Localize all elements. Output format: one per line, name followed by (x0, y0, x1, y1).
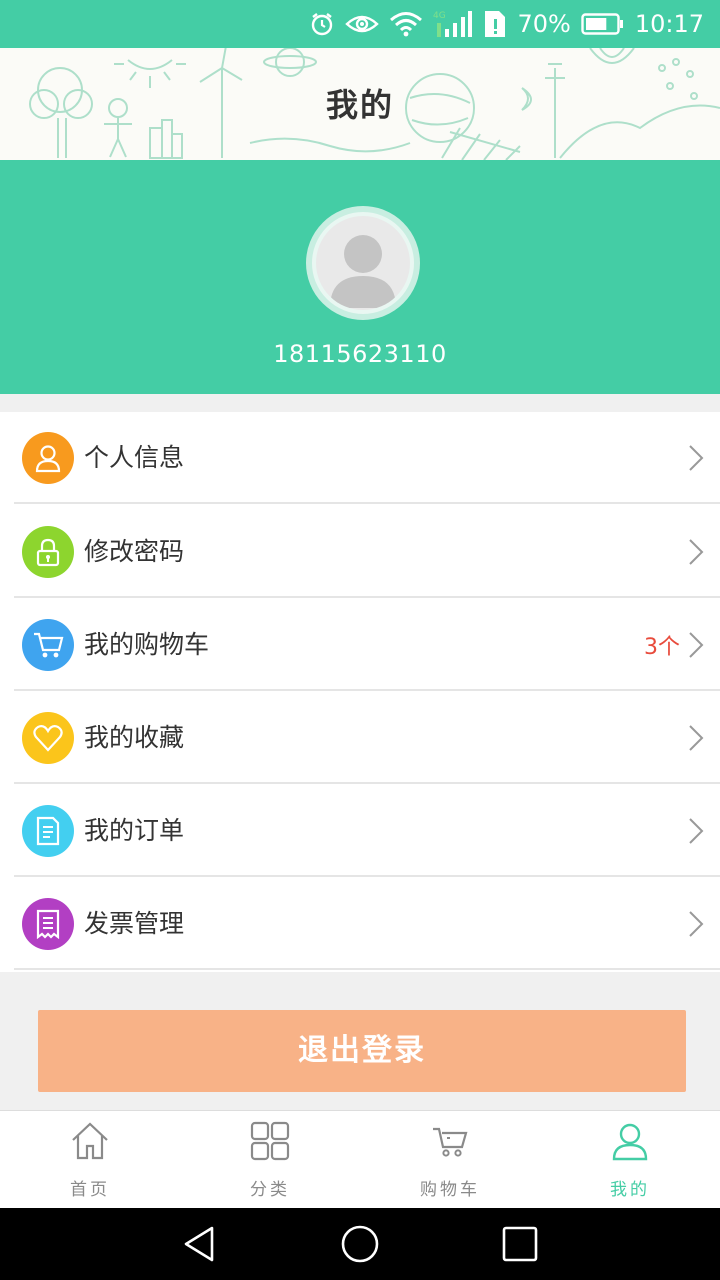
avatar[interactable] (306, 206, 420, 320)
wifi-icon (389, 11, 423, 37)
lock-icon (22, 526, 74, 578)
user-icon (612, 1123, 648, 1161)
menu-item-invoice-management[interactable]: 发票管理 (0, 878, 720, 970)
home-nav-icon[interactable] (340, 1224, 380, 1264)
profile-section: 18115623110 (0, 160, 720, 394)
sim-alert-icon (483, 9, 507, 39)
svg-text:4G: 4G (433, 11, 446, 21)
tab-cart[interactable]: 购物车 (360, 1111, 540, 1209)
user-icon (22, 432, 74, 484)
chevron-right-icon (689, 725, 704, 751)
tab-label: 我的 (610, 1180, 650, 1200)
chevron-right-icon (689, 445, 704, 471)
recents-icon[interactable] (500, 1224, 540, 1264)
page-title: 我的 (325, 86, 394, 124)
menu-item-label: 我的购物车 (84, 630, 210, 659)
divider (14, 502, 720, 504)
menu-item-label: 发票管理 (84, 909, 185, 938)
document-icon (22, 805, 74, 857)
tab-mine[interactable]: 我的 (540, 1111, 720, 1209)
tab-label: 分类 (250, 1180, 290, 1200)
tab-home[interactable]: 首页 (0, 1111, 180, 1209)
menu-item-shopping-cart[interactable]: 我的购物车 3个 (0, 599, 720, 691)
menu-list: 个人信息 修改密码 我的购物车 3个 我的收藏 我的订单 发票管理 (0, 412, 720, 972)
menu-item-label: 我的收藏 (84, 723, 185, 752)
divider (14, 875, 720, 877)
logout-button[interactable]: 退出登录 (38, 1010, 686, 1092)
chevron-right-icon (689, 911, 704, 937)
signal-icon: 4G (433, 9, 473, 39)
alarm-icon (309, 11, 335, 37)
default-avatar-icon (330, 235, 396, 308)
menu-item-orders[interactable]: 我的订单 (0, 785, 720, 877)
bottom-tab-bar: 首页 分类 购物车 我的 (0, 1110, 720, 1208)
divider (14, 689, 720, 691)
back-icon[interactable] (180, 1224, 220, 1264)
tab-label: 首页 (70, 1180, 110, 1200)
battery-percent: 70% (517, 10, 571, 38)
cart-count-badge: 3个 (644, 635, 680, 660)
chevron-right-icon (689, 818, 704, 844)
tab-label: 购物车 (420, 1180, 480, 1200)
tab-category[interactable]: 分类 (180, 1111, 360, 1209)
divider (14, 968, 720, 970)
menu-item-favorites[interactable]: 我的收藏 (0, 692, 720, 784)
divider (14, 596, 720, 598)
eye-icon (345, 12, 380, 36)
receipt-icon (22, 898, 74, 950)
clock: 10:17 (634, 10, 704, 38)
menu-item-change-password[interactable]: 修改密码 (0, 506, 720, 598)
cart-icon (22, 619, 74, 671)
cart-icon (433, 1127, 468, 1157)
divider (14, 782, 720, 784)
system-navigation-bar (0, 1208, 720, 1280)
menu-item-label: 修改密码 (84, 537, 185, 566)
heart-icon (22, 712, 74, 764)
menu-item-label: 我的订单 (84, 816, 185, 845)
home-icon (72, 1122, 108, 1160)
menu-item-label: 个人信息 (84, 443, 185, 472)
chevron-right-icon (689, 632, 704, 658)
user-phone: 18115623110 (273, 340, 447, 368)
status-bar: 4G 70% 10:17 (0, 0, 720, 48)
grid-icon (250, 1121, 290, 1161)
header-banner: 我的 (0, 48, 720, 160)
chevron-right-icon (689, 539, 704, 565)
menu-item-personal-info[interactable]: 个人信息 (0, 412, 720, 504)
battery-icon (581, 12, 625, 36)
